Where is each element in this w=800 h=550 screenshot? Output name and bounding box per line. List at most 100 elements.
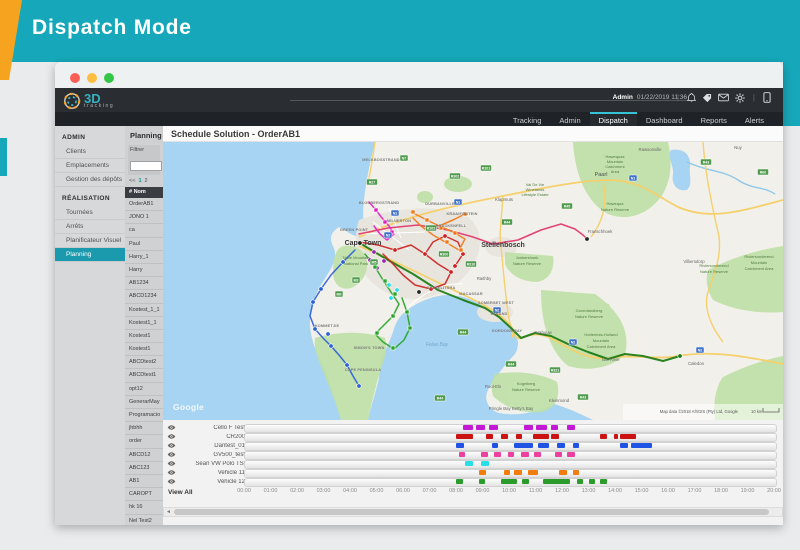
route-stop-marker[interactable] bbox=[391, 314, 395, 318]
pager-item[interactable]: 1 bbox=[138, 178, 141, 184]
planning-row[interactable]: Kostest1_1 bbox=[125, 317, 163, 330]
route-stop-marker[interactable] bbox=[449, 270, 453, 274]
planning-row[interactable]: Nel Test2 bbox=[125, 515, 163, 526]
eye-icon[interactable] bbox=[167, 469, 176, 476]
gantt-bar[interactable] bbox=[551, 434, 559, 439]
gantt-bar[interactable] bbox=[481, 452, 488, 457]
route-stop-marker[interactable] bbox=[417, 290, 421, 294]
tag-icon[interactable] bbox=[702, 93, 712, 103]
gantt-bar[interactable] bbox=[614, 434, 618, 439]
eye-icon[interactable] bbox=[167, 424, 176, 431]
menu-item-alerts[interactable]: Alerts bbox=[736, 112, 773, 126]
gantt-bar[interactable] bbox=[501, 479, 517, 484]
close-window-button[interactable] bbox=[70, 73, 80, 83]
gantt-bar[interactable] bbox=[528, 470, 539, 475]
planning-row[interactable]: GenerarMay bbox=[125, 396, 163, 409]
maximize-window-button[interactable] bbox=[104, 73, 114, 83]
gantt-bar[interactable] bbox=[456, 443, 464, 448]
planning-row[interactable]: Kostest1 bbox=[125, 343, 163, 356]
gantt-bar[interactable] bbox=[555, 452, 562, 457]
sidebar-item-arr-ts[interactable]: Arrêts bbox=[55, 220, 125, 234]
route-stop-marker[interactable] bbox=[423, 252, 427, 256]
pager-item[interactable]: << bbox=[129, 178, 135, 184]
route-stop-marker[interactable] bbox=[357, 384, 361, 388]
route-stop-marker[interactable] bbox=[393, 292, 397, 296]
gantt-bar[interactable] bbox=[504, 470, 511, 475]
route-stop-marker[interactable] bbox=[408, 326, 412, 330]
route-stop-marker[interactable] bbox=[461, 252, 465, 256]
planning-row[interactable]: ABC123 bbox=[125, 462, 163, 475]
gantt-bar[interactable] bbox=[456, 434, 473, 439]
route-stop-marker[interactable] bbox=[425, 218, 429, 222]
scrollbar-thumb[interactable] bbox=[174, 509, 769, 515]
menu-item-reports[interactable]: Reports bbox=[692, 112, 736, 126]
menu-item-dashboard[interactable]: Dashboard bbox=[637, 112, 692, 126]
eye-icon[interactable] bbox=[167, 433, 176, 440]
sidebar-item-clients[interactable]: Clients bbox=[55, 145, 125, 159]
planning-row[interactable]: jhbhh bbox=[125, 422, 163, 435]
mail-icon[interactable] bbox=[718, 93, 729, 102]
route-stop-marker[interactable] bbox=[453, 264, 457, 268]
sidebar-item-emplacements[interactable]: Emplacements bbox=[55, 159, 125, 173]
gantt-bar[interactable] bbox=[479, 470, 487, 475]
view-all-link[interactable]: View All bbox=[168, 489, 193, 496]
route-stop-marker[interactable] bbox=[459, 248, 463, 252]
filter-input[interactable] bbox=[130, 161, 162, 171]
gantt-bar[interactable] bbox=[476, 425, 485, 430]
gantt-bar[interactable] bbox=[551, 425, 558, 430]
sidebar-item-planificateur-visuel[interactable]: Planificateur Visuel bbox=[55, 234, 125, 248]
gantt-bar[interactable] bbox=[465, 461, 473, 466]
route-stop-marker[interactable] bbox=[411, 210, 415, 214]
eye-icon[interactable] bbox=[167, 460, 176, 467]
gantt-bar[interactable] bbox=[479, 479, 486, 484]
planning-row[interactable]: CAROPT bbox=[125, 488, 163, 501]
gantt-bar[interactable] bbox=[492, 443, 499, 448]
minimize-window-button[interactable] bbox=[87, 73, 97, 83]
sidebar-item-planning[interactable]: Planning bbox=[55, 248, 125, 262]
horizontal-scrollbar[interactable]: ◄ bbox=[163, 507, 783, 517]
sidebar-item-tourn-es[interactable]: Tournées bbox=[55, 206, 125, 220]
planning-row[interactable]: AB1234 bbox=[125, 277, 163, 290]
gantt-bar[interactable] bbox=[456, 479, 463, 484]
pager-item[interactable]: 2 bbox=[145, 178, 148, 184]
route-stop-marker[interactable] bbox=[453, 231, 457, 235]
planning-row[interactable]: ABCD12 bbox=[125, 449, 163, 462]
planning-row[interactable]: Harry bbox=[125, 264, 163, 277]
gantt-bar[interactable] bbox=[536, 425, 548, 430]
planning-row[interactable]: AB1 bbox=[125, 475, 163, 488]
sidebar-item-gestion-des-d-p-ts[interactable]: Gestion des dépôts bbox=[55, 173, 125, 187]
logo-3d-tracking[interactable]: 3D tracking bbox=[63, 90, 114, 112]
gantt-bar[interactable] bbox=[494, 452, 501, 457]
route-stop-marker[interactable] bbox=[389, 296, 393, 300]
route-stop-marker[interactable] bbox=[383, 279, 387, 283]
planning-row[interactable]: Harry_1 bbox=[125, 251, 163, 264]
gantt-bar[interactable] bbox=[516, 434, 523, 439]
menu-item-tracking[interactable]: Tracking bbox=[504, 112, 550, 126]
gear-icon[interactable] bbox=[735, 93, 745, 103]
planning-row[interactable]: ABCD1234 bbox=[125, 290, 163, 303]
eye-icon[interactable] bbox=[167, 478, 176, 485]
eye-icon[interactable] bbox=[167, 442, 176, 449]
route-stop-marker[interactable] bbox=[405, 310, 409, 314]
gantt-bar[interactable] bbox=[524, 425, 533, 430]
planning-row[interactable]: OrderAB1 bbox=[125, 198, 163, 211]
planning-row[interactable]: Paul bbox=[125, 238, 163, 251]
gantt-bar[interactable] bbox=[508, 452, 515, 457]
route-stop-marker[interactable] bbox=[395, 288, 399, 292]
route-stop-marker[interactable] bbox=[319, 287, 323, 291]
gantt-bar[interactable] bbox=[538, 443, 549, 448]
gantt-bar[interactable] bbox=[522, 479, 529, 484]
gantt-bar[interactable] bbox=[577, 479, 584, 484]
gantt-bar[interactable] bbox=[521, 452, 529, 457]
route-stop-marker[interactable] bbox=[373, 265, 377, 269]
planning-row[interactable]: Kostest1 bbox=[125, 330, 163, 343]
eye-icon[interactable] bbox=[167, 451, 176, 458]
bell-icon[interactable] bbox=[687, 93, 696, 103]
route-stop-marker[interactable] bbox=[326, 332, 330, 336]
planning-row[interactable]: ABCDtest1 bbox=[125, 369, 163, 382]
route-stop-marker[interactable] bbox=[345, 363, 349, 367]
gantt-bar[interactable] bbox=[589, 479, 596, 484]
schedule-map[interactable]: R27N7R302R101R44R310R300R102M3M5M6R45R43… bbox=[163, 142, 783, 420]
route-stop-marker[interactable] bbox=[374, 208, 378, 212]
route-stop-marker[interactable] bbox=[585, 237, 589, 241]
